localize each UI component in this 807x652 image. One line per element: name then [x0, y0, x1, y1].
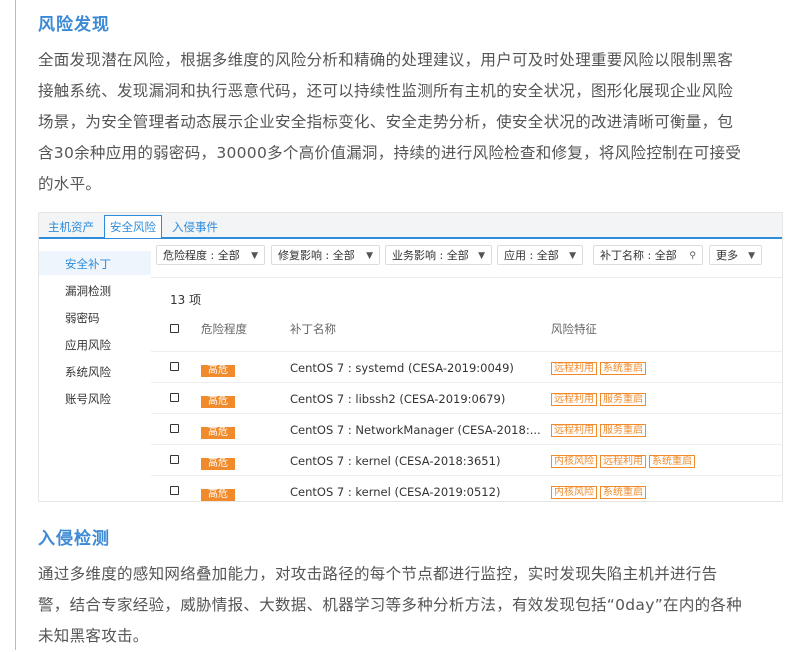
- risk-tag: 服务重启: [600, 424, 646, 437]
- sidebar-item-system-risk[interactable]: 系统风险: [65, 364, 111, 380]
- section-paragraph-intrusion: 通过多维度的感知网络叠加能力，对攻击路径的每个节点都进行监控，实时发现失陷主机并…: [38, 559, 783, 652]
- risk-tags: 内核风险 远程利用 系统重启: [551, 453, 698, 468]
- result-count: 13 项: [170, 293, 202, 307]
- sidebar-item-label: 安全补丁: [65, 257, 111, 271]
- sidebar-item-security-patch[interactable]: 安全补丁: [39, 251, 151, 275]
- filter-icon: ▼: [366, 251, 373, 261]
- patch-name: CentOS 7 : kernel (CESA-2018:3651): [290, 454, 501, 468]
- row-checkbox[interactable]: [170, 486, 179, 495]
- risk-app-panel: 主机资产 安全风险 入侵事件 安全补丁 漏洞检测 弱密码 应用风险 系统风险 账…: [38, 212, 783, 502]
- tab-bar: 主机资产 安全风险 入侵事件: [39, 213, 782, 239]
- section-paragraph-risk: 全面发现潜在风险，根据多维度的风险分析和精确的处理建议，用户可及时处理重要风险以…: [38, 45, 783, 200]
- filter-label: 应用 : 全部: [504, 249, 559, 262]
- level-badge: 高危: [201, 489, 235, 501]
- select-all-checkbox[interactable]: [170, 324, 179, 333]
- filter-icon: ▼: [251, 251, 258, 261]
- filter-application[interactable]: 应用 : 全部 ▼: [497, 245, 583, 265]
- risk-tag: 系统重启: [600, 486, 646, 499]
- risk-tag: 远程利用: [551, 393, 597, 406]
- section-title-intrusion: 入侵检测: [38, 529, 110, 549]
- risk-tags: 内核风险 系统重启: [551, 484, 649, 499]
- row-checkbox[interactable]: [170, 424, 179, 433]
- filter-icon: ▼: [478, 251, 485, 261]
- sidebar-item-weak-password[interactable]: 弱密码: [65, 310, 100, 326]
- table-row[interactable]: 高危 CentOS 7 : systemd (CESA-2019:0049) 远…: [151, 351, 782, 383]
- risk-tag: 内核风险: [551, 486, 597, 499]
- risk-tags: 远程利用 服务重启: [551, 422, 649, 437]
- caret-down-icon: ▼: [748, 251, 755, 261]
- level-badge: 高危: [201, 458, 235, 470]
- table-header: 危险程度 补丁名称 风险特征: [151, 321, 782, 345]
- filter-label: 危险程度 : 全部: [163, 249, 240, 262]
- table-row[interactable]: 高危 CentOS 7 : kernel (CESA-2018:3651) 内核…: [151, 444, 782, 476]
- filter-fix-impact[interactable]: 修复影响 : 全部 ▼: [271, 245, 380, 265]
- tab-intrusion-events[interactable]: 入侵事件: [172, 217, 218, 237]
- row-checkbox[interactable]: [170, 455, 179, 464]
- sidebar-item-vuln-detection[interactable]: 漏洞检测: [65, 283, 111, 299]
- sidebar-item-app-risk[interactable]: 应用风险: [65, 337, 111, 353]
- sidebar-item-account-risk[interactable]: 账号风险: [65, 391, 111, 407]
- risk-tag: 远程利用: [551, 424, 597, 437]
- level-badge: 高危: [201, 396, 235, 408]
- level-badge: 高危: [201, 365, 235, 377]
- sidebar: 安全补丁 漏洞检测 弱密码 应用风险 系统风险 账号风险: [39, 239, 151, 501]
- filter-danger-level[interactable]: 危险程度 : 全部 ▼: [156, 245, 265, 265]
- left-rule: [15, 0, 16, 650]
- row-checkbox[interactable]: [170, 393, 179, 402]
- paragraph-line: 含30余种应用的弱密码，30000多个高价值漏洞，持续的进行风险检查和修复，将风…: [38, 144, 742, 162]
- filter-business-impact[interactable]: 业务影响 : 全部 ▼: [385, 245, 492, 265]
- paragraph-line: 全面发现潜在风险，根据多维度的风险分析和精确的处理建议，用户可及时处理重要风险以…: [38, 51, 734, 69]
- divider: [151, 277, 782, 278]
- paragraph-line: 场景，为安全管理者动态展示企业安全指标变化、安全走势分析，使安全状况的改进清晰可…: [38, 113, 734, 131]
- column-header-patch: 补丁名称: [290, 322, 336, 336]
- filter-label: 补丁名称 : 全部: [600, 249, 677, 262]
- risk-tag: 内核风险: [551, 455, 597, 468]
- paragraph-line: 通过多维度的感知网络叠加能力，对攻击路径的每个节点都进行监控，实时发现失陷主机并…: [38, 565, 718, 583]
- tab-security-risk[interactable]: 安全风险: [104, 215, 162, 238]
- section-title-risk: 风险发现: [38, 15, 110, 35]
- filter-patch-name[interactable]: 补丁名称 : 全部 ⚲: [593, 245, 703, 265]
- filter-icon: ▼: [569, 251, 576, 261]
- patch-name: CentOS 7 : kernel (CESA-2019:0512): [290, 485, 501, 499]
- more-filters-button[interactable]: 更多 ▼: [709, 245, 762, 265]
- filter-label: 业务影响 : 全部: [392, 249, 469, 262]
- filter-bar: 危险程度 : 全部 ▼ 修复影响 : 全部 ▼ 业务影响 : 全部 ▼ 应用 : 全部…: [156, 245, 782, 267]
- patch-name: CentOS 7 : libssh2 (CESA-2019:0679): [290, 392, 506, 406]
- filter-label: 更多: [716, 249, 738, 262]
- risk-tag: 远程利用: [600, 455, 646, 468]
- risk-tag: 远程利用: [551, 362, 597, 375]
- risk-tags: 远程利用 服务重启: [551, 391, 649, 406]
- risk-tag: 系统重启: [600, 362, 646, 375]
- paragraph-line: 未知黑客攻击。: [38, 627, 149, 645]
- paragraph-line: 警，结合专家经验，威胁情报、大数据、机器学习等多种分析方法，有效发现包括“0da…: [38, 596, 743, 614]
- level-badge: 高危: [201, 427, 235, 439]
- patch-name: CentOS 7 : systemd (CESA-2019:0049): [290, 361, 514, 375]
- search-icon: ⚲: [689, 251, 696, 261]
- column-header-features: 风险特征: [551, 322, 597, 336]
- table-row[interactable]: 高危 CentOS 7 : NetworkManager (CESA-2018:…: [151, 413, 782, 445]
- paragraph-line: 接触系统、发现漏洞和执行恶意代码，还可以持续性监测所有主机的安全状况，图形化展现…: [38, 82, 734, 100]
- filter-label: 修复影响 : 全部: [278, 249, 355, 262]
- table-row[interactable]: 高危 CentOS 7 : libssh2 (CESA-2019:0679) 远…: [151, 382, 782, 414]
- column-header-level: 危险程度: [201, 322, 247, 336]
- risk-tag: 服务重启: [600, 393, 646, 406]
- table-row[interactable]: 高危 CentOS 7 : kernel (CESA-2019:0512) 内核…: [151, 475, 782, 501]
- tab-host-assets[interactable]: 主机资产: [48, 217, 94, 237]
- paragraph-line: 的水平。: [38, 175, 102, 193]
- patch-name: CentOS 7 : NetworkManager (CESA-2018:...: [290, 423, 541, 437]
- row-checkbox[interactable]: [170, 362, 179, 371]
- risk-tag: 系统重启: [649, 455, 695, 468]
- risk-tags: 远程利用 系统重启: [551, 360, 649, 375]
